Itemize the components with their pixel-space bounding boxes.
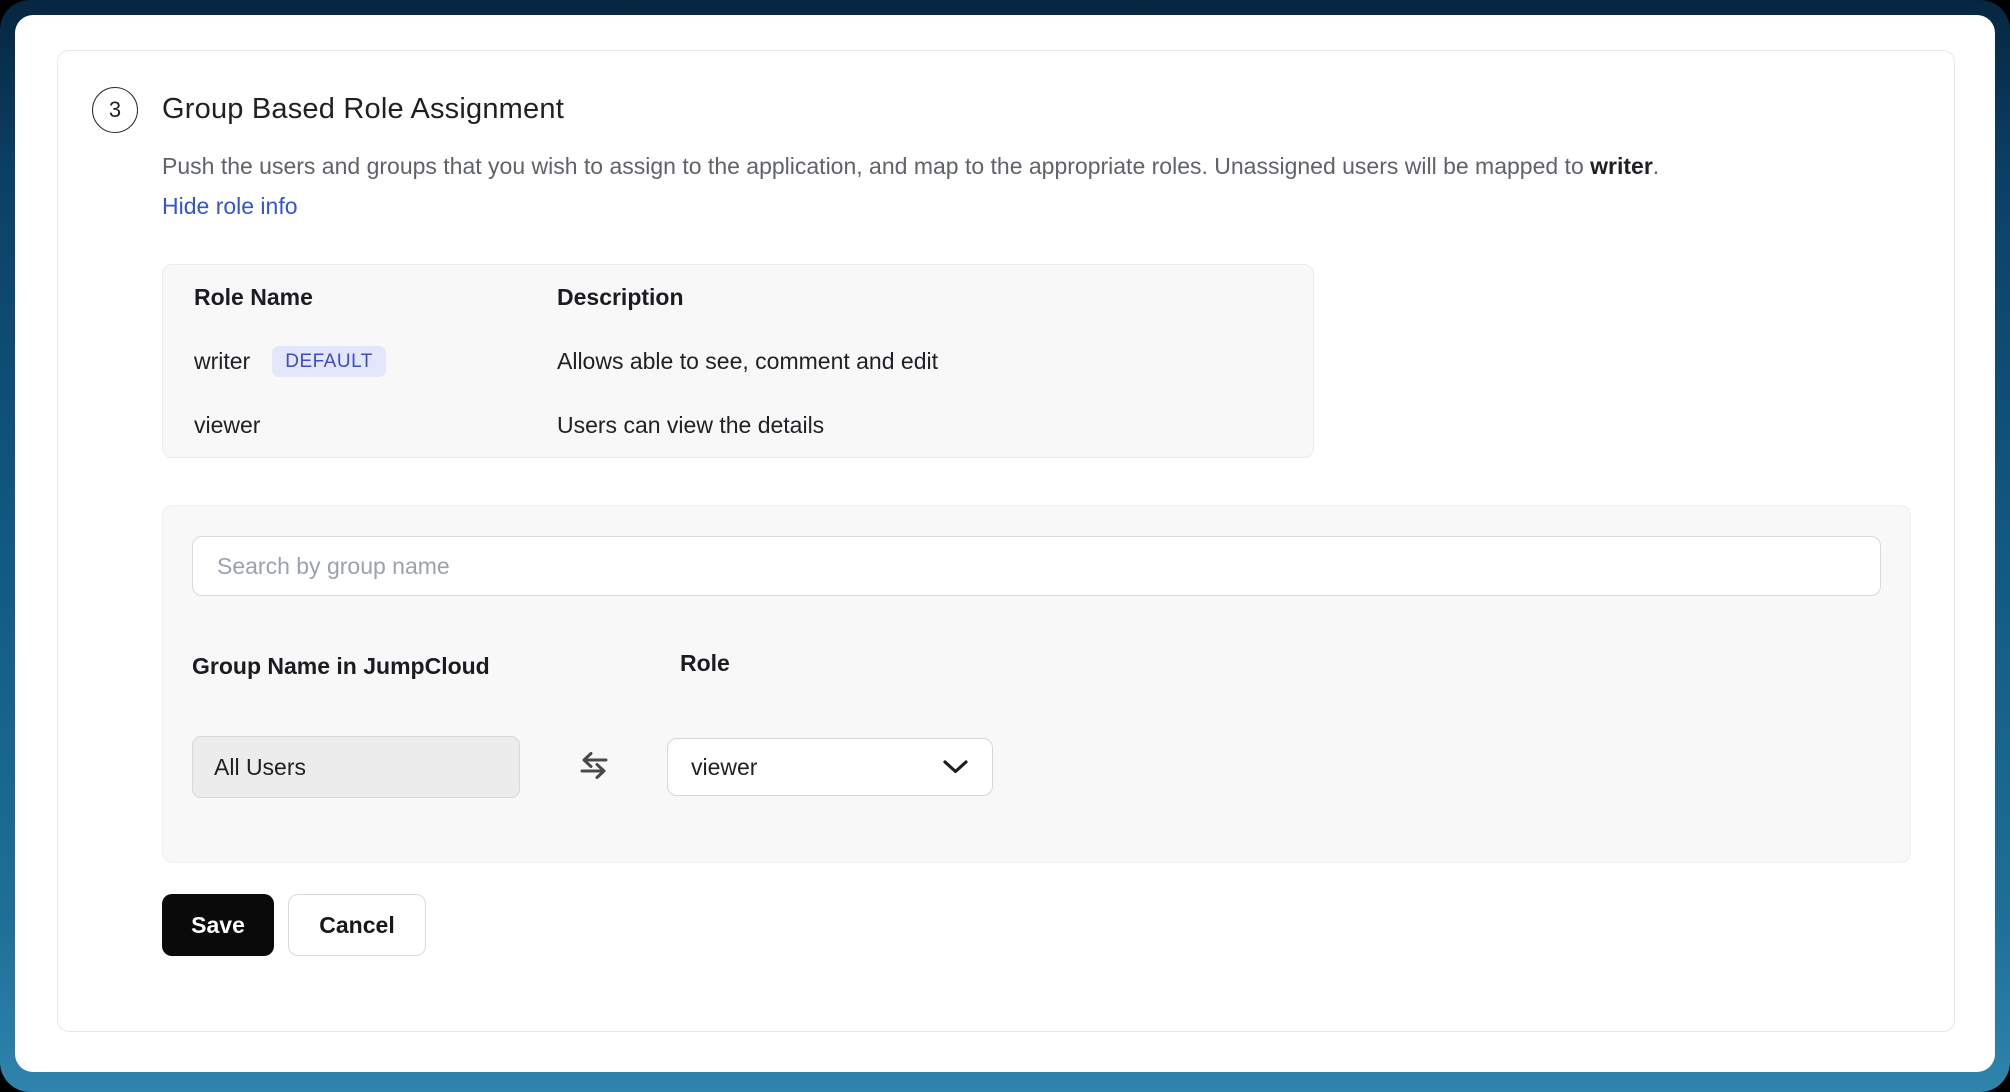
page-title: Group Based Role Assignment bbox=[162, 93, 1909, 126]
default-badge: DEFAULT bbox=[272, 346, 386, 377]
role-table-header-row: Role Name Description bbox=[163, 265, 1313, 329]
role-description-header: Description bbox=[557, 284, 684, 311]
group-name-value: All Users bbox=[214, 754, 306, 781]
mapping-header-row: Group Name in JumpCloud Role bbox=[192, 648, 1881, 684]
hide-role-info-link[interactable]: Hide role info bbox=[162, 193, 298, 220]
group-name-column-label: Group Name in JumpCloud bbox=[192, 648, 492, 684]
description-text: Push the users and groups that you wish … bbox=[162, 153, 1590, 179]
description-default-role: writer bbox=[1590, 153, 1653, 179]
group-name-column-header: Group Name in JumpCloud bbox=[192, 648, 667, 684]
role-select-dropdown[interactable]: viewer bbox=[667, 738, 993, 796]
save-button[interactable]: Save bbox=[162, 894, 274, 956]
swap-icon-wrap bbox=[520, 745, 667, 790]
window-frame: 3 Group Based Role Assignment Push the u… bbox=[0, 0, 2010, 1092]
role-description: Users can view the details bbox=[557, 412, 824, 439]
role-name: viewer bbox=[194, 412, 260, 439]
section-description: Push the users and groups that you wish … bbox=[162, 148, 1909, 185]
group-search-input[interactable] bbox=[192, 536, 1881, 596]
action-buttons-row: Save Cancel bbox=[162, 894, 1909, 956]
role-name-cell: viewer bbox=[194, 412, 557, 439]
cancel-button[interactable]: Cancel bbox=[288, 894, 426, 956]
mapping-row: All Users bbox=[192, 736, 1881, 798]
role-column-header: Role bbox=[667, 650, 730, 677]
group-name-chip: All Users bbox=[192, 736, 520, 798]
role-description: Allows able to see, comment and edit bbox=[557, 348, 938, 375]
description-period: . bbox=[1653, 153, 1659, 179]
step-number: 3 bbox=[109, 97, 121, 123]
chevron-down-icon bbox=[942, 754, 969, 781]
table-row: viewer Users can view the details bbox=[163, 393, 1313, 457]
selected-role-value: viewer bbox=[691, 754, 757, 781]
step-content: Group Based Role Assignment Push the use… bbox=[162, 85, 1909, 956]
role-name: writer bbox=[194, 348, 250, 375]
table-row: writer DEFAULT Allows able to see, comme… bbox=[163, 329, 1313, 393]
page-background: 3 Group Based Role Assignment Push the u… bbox=[15, 15, 1995, 1072]
screenshot-viewport: 3 Group Based Role Assignment Push the u… bbox=[0, 0, 2010, 1092]
step-number-badge: 3 bbox=[92, 87, 138, 133]
role-assignment-card: 3 Group Based Role Assignment Push the u… bbox=[57, 50, 1955, 1032]
step-row: 3 Group Based Role Assignment Push the u… bbox=[92, 85, 1909, 956]
role-info-table: Role Name Description writer DEFAULT All… bbox=[162, 264, 1314, 458]
group-mapping-panel: Group Name in JumpCloud Role All Users bbox=[162, 505, 1911, 863]
swap-horizontal-icon bbox=[574, 745, 614, 790]
role-name-header: Role Name bbox=[194, 284, 557, 311]
role-name-cell: writer DEFAULT bbox=[194, 346, 557, 377]
